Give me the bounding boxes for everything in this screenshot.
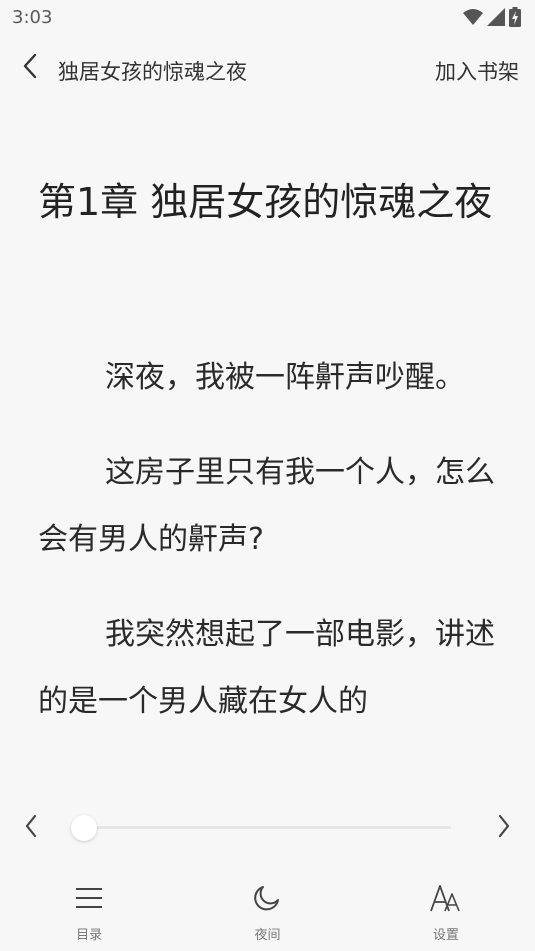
progress-slider-thumb[interactable] — [71, 815, 97, 841]
nav-item-night-mode[interactable]: 夜间 — [178, 880, 356, 951]
next-chapter-button[interactable] — [489, 813, 519, 843]
nav-item-catalog[interactable]: 目录 — [0, 880, 178, 951]
chapter-body: 深夜，我被一阵鼾声吵醒。 这房子里只有我一个人，怎么会有男人的鼾声? 我突然想起… — [38, 344, 506, 735]
moon-icon — [252, 883, 282, 917]
bottom-nav: 目录 夜间 设置 — [0, 880, 535, 951]
progress-track[interactable] — [71, 815, 451, 841]
prev-chapter-button[interactable] — [16, 813, 46, 843]
font-settings-icon — [429, 884, 462, 916]
reader-content: 第1章 独居女孩的惊魂之夜 深夜，我被一阵鼾声吵醒。 这房子里只有我一个人，怎么… — [38, 166, 506, 763]
paragraph: 深夜，我被一阵鼾声吵醒。 — [105, 360, 465, 395]
menu-list-icon — [75, 886, 103, 914]
chapter-title: 第1章 独居女孩的惊魂之夜 — [38, 180, 493, 224]
paragraph: 我突然想起了一部电影，讲述的是一个男人藏在女人的 — [38, 617, 495, 719]
nav-label: 设置 — [432, 928, 459, 943]
chapter-progress-bar — [0, 805, 535, 849]
paragraph: 这房子里只有我一个人，怎么会有男人的鼾声? — [38, 455, 495, 557]
nav-label: 夜间 — [254, 928, 281, 943]
nav-item-settings[interactable]: 设置 — [357, 880, 535, 951]
chevron-left-icon — [24, 814, 38, 842]
reader-viewport[interactable]: 第1章 独居女孩的惊魂之夜 深夜，我被一阵鼾声吵醒。 这房子里只有我一个人，怎么… — [0, 0, 535, 785]
nav-label: 目录 — [76, 928, 103, 943]
chevron-right-icon — [497, 814, 511, 842]
